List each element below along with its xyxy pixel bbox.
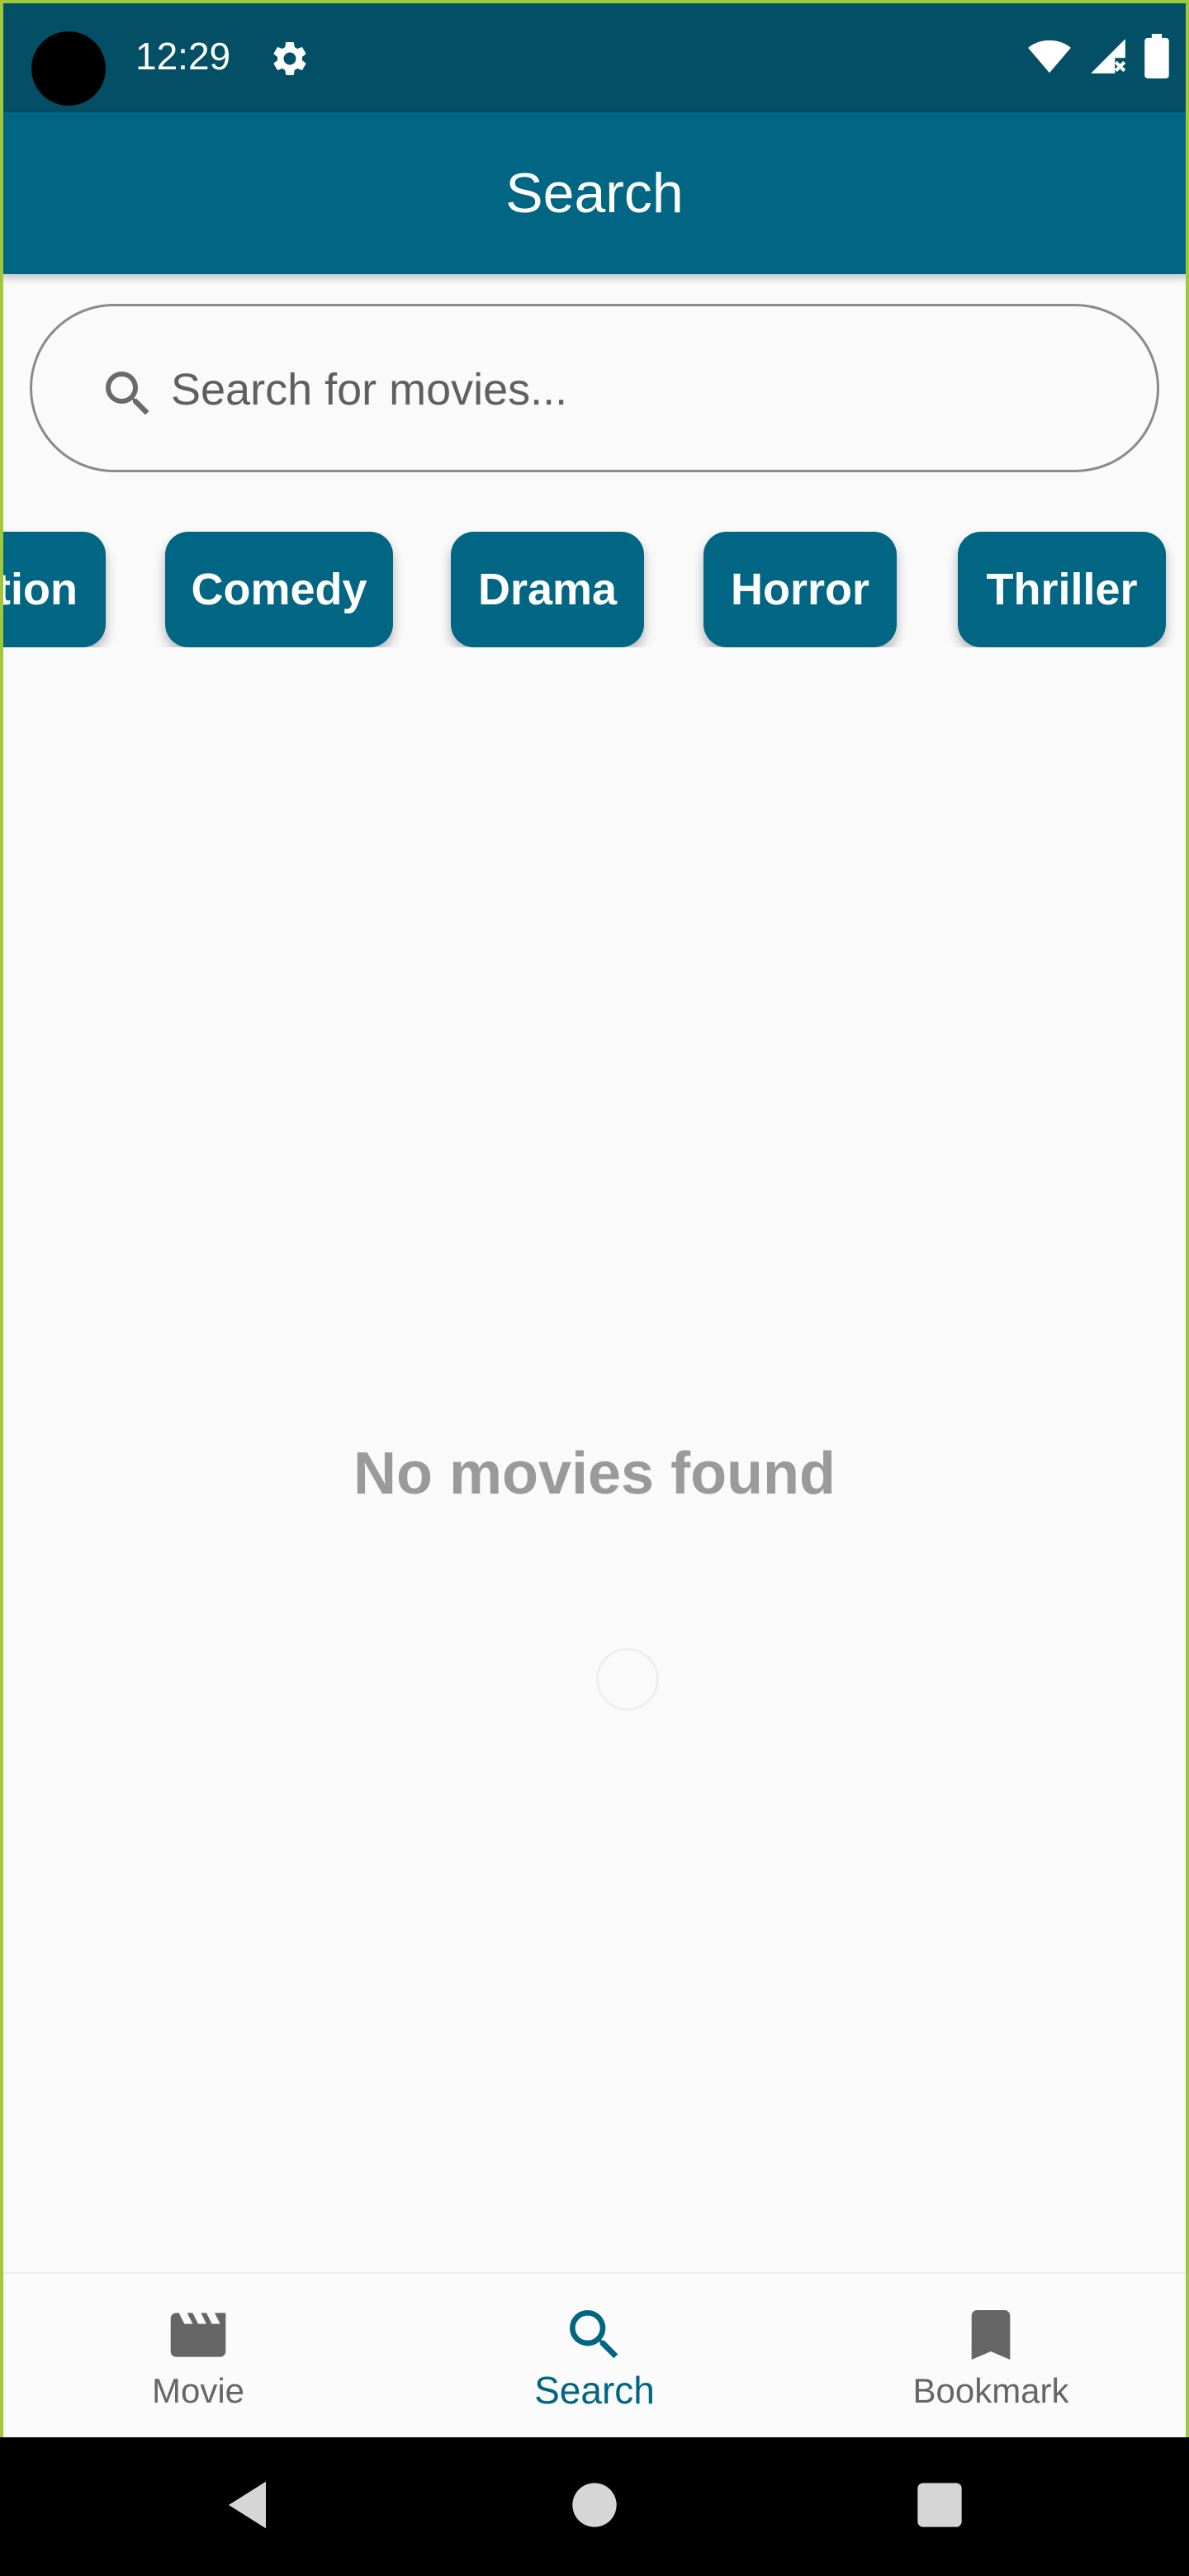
search-field[interactable] — [30, 304, 1159, 472]
search-input[interactable] — [169, 348, 1114, 432]
back-icon[interactable] — [216, 2472, 282, 2538]
nav-label-search: Search — [534, 2369, 655, 2412]
bookmark-icon — [971, 2310, 1011, 2360]
battery-icon — [1144, 34, 1169, 78]
status-bar: 12:29 — [0, 0, 1189, 112]
loading-indicator — [596, 1648, 659, 1711]
camera-cutout — [31, 31, 106, 106]
genre-chips: tion Comedy Drama Horror Thriller — [0, 532, 1189, 647]
status-icons — [1027, 33, 1169, 79]
nav-item-bookmark[interactable]: Bookmark — [842, 2274, 1139, 2439]
chip-thriller[interactable]: Thriller — [958, 532, 1166, 647]
page-title: Search — [505, 162, 684, 225]
search-icon — [570, 2310, 618, 2359]
chip-action[interactable]: tion — [0, 532, 106, 647]
home-icon[interactable] — [561, 2472, 628, 2538]
chip-label: tion — [0, 565, 78, 614]
status-time: 12:29 — [135, 35, 231, 78]
wifi-icon — [1028, 40, 1071, 73]
signal-icon — [1091, 39, 1126, 73]
recent-apps-icon[interactable] — [907, 2472, 973, 2538]
nav-item-search[interactable]: Search — [446, 2274, 743, 2439]
bottom-navigation: Movie Search Bookmark — [0, 2272, 1189, 2439]
nav-item-movie[interactable]: Movie — [50, 2274, 347, 2439]
empty-state-message: No movies found — [353, 1441, 836, 1507]
chip-horror[interactable]: Horror — [703, 532, 897, 647]
clapperboard-icon — [170, 2313, 226, 2357]
search-icon — [106, 372, 149, 415]
chip-drama[interactable]: Drama — [451, 532, 644, 647]
nav-label-bookmark: Bookmark — [912, 2371, 1069, 2410]
nav-label-movie: Movie — [151, 2371, 245, 2410]
settings-icon — [273, 41, 306, 75]
app-bar: Search — [0, 112, 1189, 274]
chip-comedy[interactable]: Comedy — [165, 532, 393, 647]
system-navigation-bar — [0, 2437, 1189, 2576]
